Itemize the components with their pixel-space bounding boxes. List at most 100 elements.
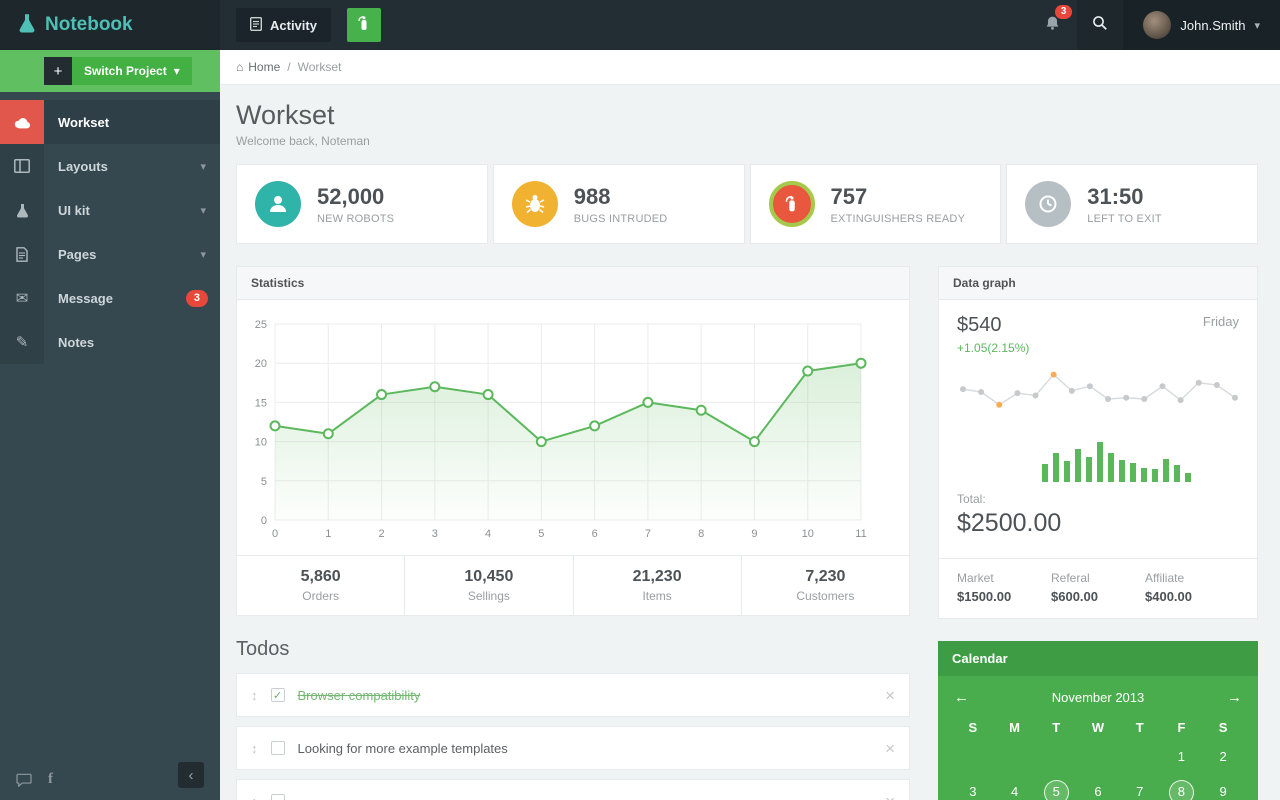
sidebar-item-pages[interactable]: Pages ▾ — [0, 232, 220, 276]
data-graph-bar-chart — [1042, 440, 1239, 482]
person-icon — [255, 181, 301, 227]
search-button[interactable] — [1077, 0, 1124, 50]
sidebar-collapse-button[interactable]: ‹ — [178, 762, 204, 788]
calendar-day-header: S — [968, 720, 978, 735]
statistics-panel-title: Statistics — [237, 267, 909, 300]
content-scroll-area: Workset Welcome back, Noteman 52,000 NEW… — [220, 85, 1280, 800]
svg-text:8: 8 — [698, 528, 704, 540]
summary-value: 5,860 — [300, 568, 341, 585]
calendar-day[interactable]: 9 — [1202, 779, 1244, 800]
calendar-day[interactable]: 2 — [1202, 744, 1244, 770]
stat-label: EXTINGUISHERS READY — [830, 212, 966, 225]
chevron-down-icon: ▾ — [200, 160, 206, 173]
add-project-button[interactable]: + — [44, 57, 72, 85]
calendar-day[interactable]: 8 — [1161, 779, 1203, 800]
activity-button[interactable]: Activity — [236, 8, 331, 42]
calendar-day[interactable]: 5 — [1035, 779, 1077, 800]
stat-cards-row: 52,000 NEW ROBOTS 988 BUGS INTRUDED 757 … — [236, 164, 1258, 244]
calendar-next-button[interactable]: → — [1227, 688, 1242, 708]
activity-icon — [249, 16, 263, 34]
data-graph-bar — [1097, 442, 1103, 482]
summary-value: 7,230 — [805, 568, 846, 585]
user-menu[interactable]: John.Smith ▾ — [1123, 0, 1280, 50]
svg-text:15: 15 — [255, 397, 267, 409]
footer-value: $600.00 — [1051, 589, 1098, 604]
data-graph-title: Data graph — [939, 267, 1257, 300]
sidebar-item-layouts[interactable]: Layouts ▾ — [0, 144, 220, 188]
page-title: Workset — [236, 100, 335, 130]
calendar-day[interactable]: 4 — [994, 779, 1036, 800]
sidebar-item-workset[interactable]: Workset — [0, 100, 220, 144]
footer-affiliate: Affiliate $400.00 — [1145, 571, 1239, 604]
data-graph-bar — [1185, 473, 1191, 482]
statistics-panel: Statistics 0 5 10 15 20 25 0 1 2 3 4 5 6 7 8 9 10 11 5,86… — [236, 266, 910, 616]
svg-text:3: 3 — [432, 528, 438, 540]
flask-icon — [18, 13, 36, 38]
sidebar-menu: Workset Layouts ▾ UI kit ▾ Pages ▾ ✉ Mes… — [0, 100, 220, 364]
calendar-day[interactable]: 3 — [952, 779, 994, 800]
stat-value: 52,000 — [317, 183, 385, 209]
close-icon[interactable]: × — [885, 740, 895, 757]
todo-checkbox[interactable] — [270, 794, 285, 800]
pencil-icon: ✎ — [0, 320, 44, 364]
data-graph-panel: Data graph $540 +1.05(2.15%) Friday Tota… — [938, 266, 1258, 619]
drag-handle-icon[interactable]: ↕ — [251, 688, 258, 703]
facebook-icon[interactable]: f — [48, 771, 53, 788]
summary-value: 10,450 — [464, 568, 514, 585]
brand-logo[interactable]: Notebook — [0, 0, 220, 50]
svg-text:0: 0 — [261, 515, 267, 527]
data-graph-amount: $540 — [957, 314, 1002, 336]
summary-customers: 7,230 Customers — [742, 556, 909, 615]
breadcrumb: ⌂ Home / Workset — [220, 50, 1280, 85]
svg-text:9: 9 — [751, 528, 757, 540]
data-graph-bar — [1086, 457, 1092, 482]
sidebar-item-message[interactable]: ✉ Message 3 — [0, 276, 220, 320]
footer-market: Market $1500.00 — [957, 571, 1051, 604]
svg-text:7: 7 — [645, 528, 651, 540]
todo-item: ↕ ✓ Browser compatibility × — [236, 673, 910, 717]
layout-columns-icon — [0, 144, 44, 188]
stat-value: 31:50 — [1087, 183, 1144, 209]
sidebar: + Switch Project ▾ Workset Layouts ▾ UI … — [0, 50, 220, 800]
calendar-day[interactable]: 1 — [1161, 744, 1203, 770]
summary-value: 21,230 — [632, 568, 682, 585]
stat-card-extinguishers: 757 EXTINGUISHERS READY — [749, 164, 1002, 244]
close-icon[interactable]: × — [885, 687, 895, 704]
footer-label: Market — [957, 571, 994, 585]
sidebar-item-label: Workset — [58, 114, 110, 130]
chevron-down-icon: ▾ — [1254, 19, 1260, 32]
calendar-prev-button[interactable]: ← — [954, 688, 969, 708]
todo-checkbox[interactable] — [270, 741, 285, 755]
close-icon[interactable]: × — [885, 793, 895, 800]
calendar-title: Calendar — [938, 641, 1258, 676]
notifications-button[interactable]: 3 — [1027, 0, 1077, 50]
chevron-down-icon: ▾ — [200, 248, 206, 261]
notification-badge: 3 — [1054, 5, 1073, 19]
brand-name: Notebook — [45, 14, 133, 35]
calendar-day[interactable]: 6 — [1077, 779, 1119, 800]
stat-label: LEFT TO EXIT — [1087, 212, 1162, 225]
data-graph-sparkline — [960, 371, 1238, 408]
stat-card-timer: 31:50 LEFT TO EXIT — [1006, 164, 1258, 244]
breadcrumb-home-link[interactable]: ⌂ Home — [236, 60, 280, 74]
drag-handle-icon[interactable]: ↕ — [251, 794, 258, 800]
sidebar-item-ui-kit[interactable]: UI kit ▾ — [0, 188, 220, 232]
avatar — [1143, 11, 1172, 39]
extinguisher-button[interactable] — [346, 8, 381, 42]
summary-sellings: 10,450 Sellings — [405, 556, 574, 615]
switch-project-button[interactable]: Switch Project ▾ — [72, 57, 192, 85]
chat-icon[interactable] — [16, 773, 32, 787]
summary-label: Sellings — [467, 589, 510, 603]
todo-checkbox-checked[interactable]: ✓ — [270, 688, 285, 702]
drag-handle-icon[interactable]: ↕ — [251, 741, 258, 756]
footer-label: Affiliate — [1145, 571, 1185, 585]
calendar-day-header: F — [1177, 720, 1186, 735]
todos-title: Todos — [236, 638, 290, 660]
calendar-day-header: W — [1091, 720, 1105, 735]
sidebar-item-notes[interactable]: ✎ Notes — [0, 320, 220, 364]
data-graph-bar — [1064, 461, 1070, 482]
calendar-day[interactable]: 7 — [1119, 779, 1161, 800]
summary-items: 21,230 Items — [574, 556, 742, 615]
search-icon — [1092, 15, 1108, 36]
todo-text: Browser compatibility — [297, 687, 421, 703]
